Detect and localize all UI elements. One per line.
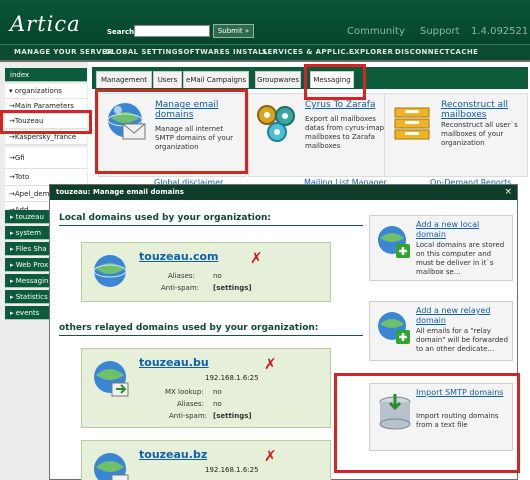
add-relayed-domain-card[interactable]: Add a new relayed domain All emails for … bbox=[369, 301, 513, 361]
sidebar-item-organizations[interactable]: ▾ organizations bbox=[5, 84, 87, 99]
delete-icon[interactable]: ✗ bbox=[264, 447, 277, 465]
card-desc: Export all mailboxes datas from cyrus-im… bbox=[305, 115, 385, 150]
aliases-label: Aliases: bbox=[168, 272, 195, 280]
card-title[interactable]: Reconstruct all mailboxes bbox=[441, 100, 530, 120]
import-smtp-domains-card[interactable]: Import SMTP domains Import routing domai… bbox=[369, 383, 513, 451]
search-input[interactable] bbox=[134, 25, 210, 37]
search-submit-button[interactable]: Submit » bbox=[213, 24, 254, 38]
dialog-title: touzeau: Manage email domains bbox=[50, 185, 517, 200]
sidebar-item-main-parameters[interactable]: →Main Parameters bbox=[5, 99, 87, 114]
globe-add-icon bbox=[378, 226, 410, 258]
sidebar-item-kaspersky[interactable]: →Kaspersky_france bbox=[5, 130, 87, 145]
sidebar-item-touzeau[interactable]: →Touzeau bbox=[5, 114, 87, 129]
sidebar-item-gfi[interactable]: →Gfi bbox=[5, 147, 87, 169]
globe-add-icon bbox=[378, 312, 410, 344]
tab-groupwares[interactable]: Groupwares bbox=[255, 71, 301, 88]
mailbox-stack-icon bbox=[394, 107, 430, 140]
antispam-settings-link[interactable]: [settings] bbox=[213, 284, 252, 292]
tab-messaging[interactable]: Messaging bbox=[310, 71, 354, 88]
close-icon[interactable]: × bbox=[504, 185, 512, 200]
main-nav: MANAGE YOUR SERVER GLOBAL SETTINGS SOFTW… bbox=[0, 44, 530, 60]
delete-icon[interactable]: ✗ bbox=[264, 355, 277, 373]
support-link[interactable]: Support bbox=[420, 26, 460, 37]
card-title[interactable]: Cyrus To Zarafa bbox=[305, 100, 395, 110]
tab-email-campaigns[interactable]: eMail Campaigns bbox=[183, 71, 249, 88]
cyrus-to-zarafa-card[interactable]: Cyrus To Zarafa Export all mailboxes dat… bbox=[248, 93, 396, 177]
gears-icon bbox=[257, 105, 295, 142]
database-import-icon bbox=[379, 394, 411, 430]
domain-name[interactable]: touzeau.com bbox=[139, 250, 218, 263]
globe-mail-icon bbox=[107, 103, 146, 140]
card-desc: Reconstruct all user`s mailboxes of your… bbox=[441, 121, 518, 147]
aliases-value: no bbox=[213, 272, 222, 280]
action-desc: Local domains are stored on this compute… bbox=[416, 241, 505, 276]
community-link[interactable]: Community bbox=[347, 26, 405, 37]
nav-disconnect[interactable]: DISCONNECT bbox=[395, 48, 450, 56]
action-title[interactable]: Add a new local domain bbox=[416, 220, 510, 240]
manage-email-domains-card[interactable]: Manage email domains Manage all internet… bbox=[98, 93, 246, 177]
domain-ip: 192.168.1.6:25 bbox=[205, 466, 259, 474]
antispam-label: Anti-spam: bbox=[169, 412, 207, 420]
action-desc: Import routing domains from a text file bbox=[416, 412, 499, 429]
relayed-domain-item[interactable]: touzeau.bz ✗ 192.168.1.6:25 bbox=[81, 440, 331, 480]
domain-ip: 192.168.1.6:25 bbox=[205, 374, 259, 382]
add-local-domain-card[interactable]: Add a new local domain Local domains are… bbox=[369, 215, 513, 281]
reconstruct-mailboxes-card[interactable]: Reconstruct all mailboxes Reconstruct al… bbox=[384, 93, 528, 177]
globe-relay-icon bbox=[94, 361, 129, 397]
artica-logo[interactable]: Artica bbox=[10, 12, 81, 36]
card-desc: Manage all internet SMTP domains of your… bbox=[155, 125, 234, 151]
aliases-label: Aliases: bbox=[177, 400, 204, 408]
antispam-label: Anti-spam: bbox=[161, 284, 199, 292]
sidebar-item-index[interactable]: index bbox=[5, 68, 87, 82]
relayed-domains-heading: others relayed domains used by your orga… bbox=[59, 323, 363, 336]
globe-icon bbox=[93, 255, 127, 287]
manage-domains-dialog: touzeau: Manage email domains × Local do… bbox=[49, 184, 518, 480]
mx-lookup-value: no bbox=[213, 388, 222, 396]
antispam-settings-link[interactable]: [settings] bbox=[213, 412, 252, 420]
nav-softwares-install[interactable]: SOFTWARES INSTALL bbox=[178, 48, 268, 56]
nav-manage-server[interactable]: MANAGE YOUR SERVER bbox=[14, 48, 113, 56]
tab-management[interactable]: Management bbox=[96, 71, 152, 88]
delete-icon[interactable]: ✗ bbox=[250, 249, 263, 267]
domain-name[interactable]: touzeau.bz bbox=[139, 448, 207, 461]
nav-explorer[interactable]: EXPLORER bbox=[349, 48, 393, 56]
globe-relay-icon bbox=[94, 453, 129, 480]
tabs-bar: Management Users eMail Campaigns Groupwa… bbox=[92, 67, 528, 89]
nav-services[interactable]: SERVICES & APPLIC... bbox=[262, 48, 355, 56]
tab-users[interactable]: Users bbox=[153, 71, 182, 88]
action-title[interactable]: Import SMTP domains bbox=[416, 388, 510, 398]
card-title[interactable]: Manage email domains bbox=[155, 100, 245, 120]
action-desc: All emails for a "relay domain" will be … bbox=[416, 327, 509, 353]
search-label: Search: bbox=[107, 28, 137, 36]
version-label: 1.4.092521 bbox=[471, 26, 529, 37]
domain-name[interactable]: touzeau.bu bbox=[139, 356, 209, 369]
mx-lookup-label: MX lookup: bbox=[165, 388, 204, 396]
aliases-value: no bbox=[213, 400, 222, 408]
relayed-domain-item[interactable]: touzeau.bu ✗ 192.168.1.6:25 MX lookup: n… bbox=[81, 348, 331, 428]
action-title[interactable]: Add a new relayed domain bbox=[416, 306, 510, 326]
local-domains-heading: Local domains used by your organization: bbox=[59, 213, 363, 226]
nav-cache[interactable]: CACHE bbox=[450, 48, 478, 56]
top-header: Artica Search: Submit » Community Suppor… bbox=[0, 0, 530, 44]
local-domain-item[interactable]: touzeau.com ✗ Aliases: no Anti-spam: [se… bbox=[81, 242, 331, 302]
nav-global-settings[interactable]: GLOBAL SETTINGS bbox=[105, 48, 183, 56]
